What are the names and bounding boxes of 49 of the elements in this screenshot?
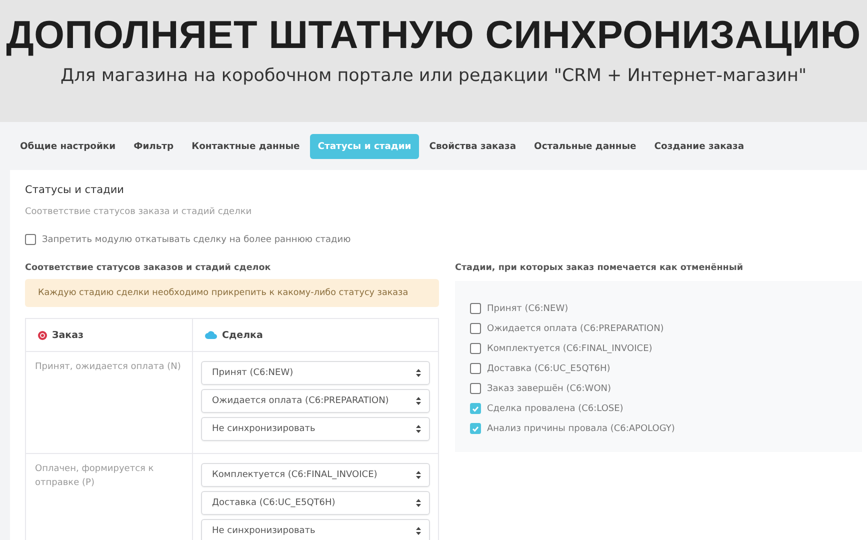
checkbox-label: Комплектуется (C6:FINAL_INVOICE) (487, 344, 652, 354)
sort-arrows-icon (416, 471, 421, 479)
notice-banner: Каждую стадию сделки необходимо прикрепить к какому-либо статусу заказа (25, 279, 439, 307)
sort-arrows-icon (416, 527, 421, 535)
stage-select[interactable]: Принят (C6:NEW) (201, 361, 430, 385)
cancel-stages-title: Стадии, при которых заказ помечается как отменённый (455, 263, 744, 273)
checkbox[interactable] (470, 403, 481, 414)
stage-select[interactable]: Не синхронизировать (201, 519, 430, 540)
checkbox-label: Анализ причины провала (C6:APOLOGY) (487, 424, 675, 434)
checkbox[interactable] (470, 343, 481, 354)
checkbox-label: Запретить модулю откатывать сделку на более раннюю стадию (42, 234, 351, 244)
checkbox-label: Принят (C6:NEW) (487, 304, 568, 314)
checkmark-icon (472, 406, 479, 412)
stage-select[interactable]: Не синхронизировать (201, 417, 430, 441)
tab[interactable]: Контактные данные (184, 134, 308, 159)
stage-select[interactable]: Доставка (C6:UC_E5QT6H) (201, 491, 430, 515)
cloud-icon (205, 331, 217, 339)
sort-arrows-icon (416, 425, 421, 433)
checkbox-label: Заказ завершён (C6:WON) (487, 384, 612, 394)
tab[interactable]: Остальные данные (526, 134, 644, 159)
checkbox-label: Доставка (C6:UC_E5QT6H) (487, 364, 610, 374)
store-icon (38, 330, 47, 340)
stage-select[interactable]: Ожидается оплата (C6:PREPARATION) (201, 389, 430, 413)
column-header: Заказ (52, 330, 84, 340)
section-description: Соответствие статусов заказа и стадий сделки (25, 207, 253, 217)
section-title: Статусы и стадии (25, 184, 126, 196)
checkbox[interactable] (470, 423, 481, 434)
banner-title: ДОПОЛНЯЕТ ШТАТНУЮ СИНХРОНИЗАЦИЮ (6, 14, 861, 58)
sort-arrows-icon (416, 499, 421, 507)
sort-arrows-icon (416, 397, 421, 405)
sort-arrows-icon (416, 369, 421, 377)
tab[interactable]: Общие настройки (12, 134, 124, 159)
tab[interactable]: Фильтр (126, 134, 182, 159)
order-status: Оплачен, формируется к отправке (P) (35, 464, 154, 488)
checkbox[interactable] (25, 234, 36, 245)
checkbox[interactable] (470, 363, 481, 374)
checkbox[interactable] (470, 383, 481, 394)
tab[interactable]: Свойства заказа (421, 134, 524, 159)
tab[interactable]: Создание заказа (646, 134, 752, 159)
checkbox-label: Ожидается оплата (C6:PREPARATION) (487, 324, 664, 334)
order-status: Принят, ожидается оплата (N) (35, 362, 181, 372)
banner-subtitle: Для магазина на коробочном портале или редакции "CRM + Интернет-магазин" (60, 66, 807, 86)
checkbox-label: Сделка провалена (C6:LOSE) (487, 404, 624, 414)
stage-select[interactable]: Комплектуется (C6:FINAL_INVOICE) (201, 463, 430, 487)
column-header: Сделка (222, 330, 263, 340)
checkmark-icon (472, 426, 479, 432)
checkbox[interactable] (470, 323, 481, 334)
checkbox[interactable] (470, 303, 481, 314)
mapping-title: Соответствие статусов заказов и стадий сделок (25, 263, 272, 273)
